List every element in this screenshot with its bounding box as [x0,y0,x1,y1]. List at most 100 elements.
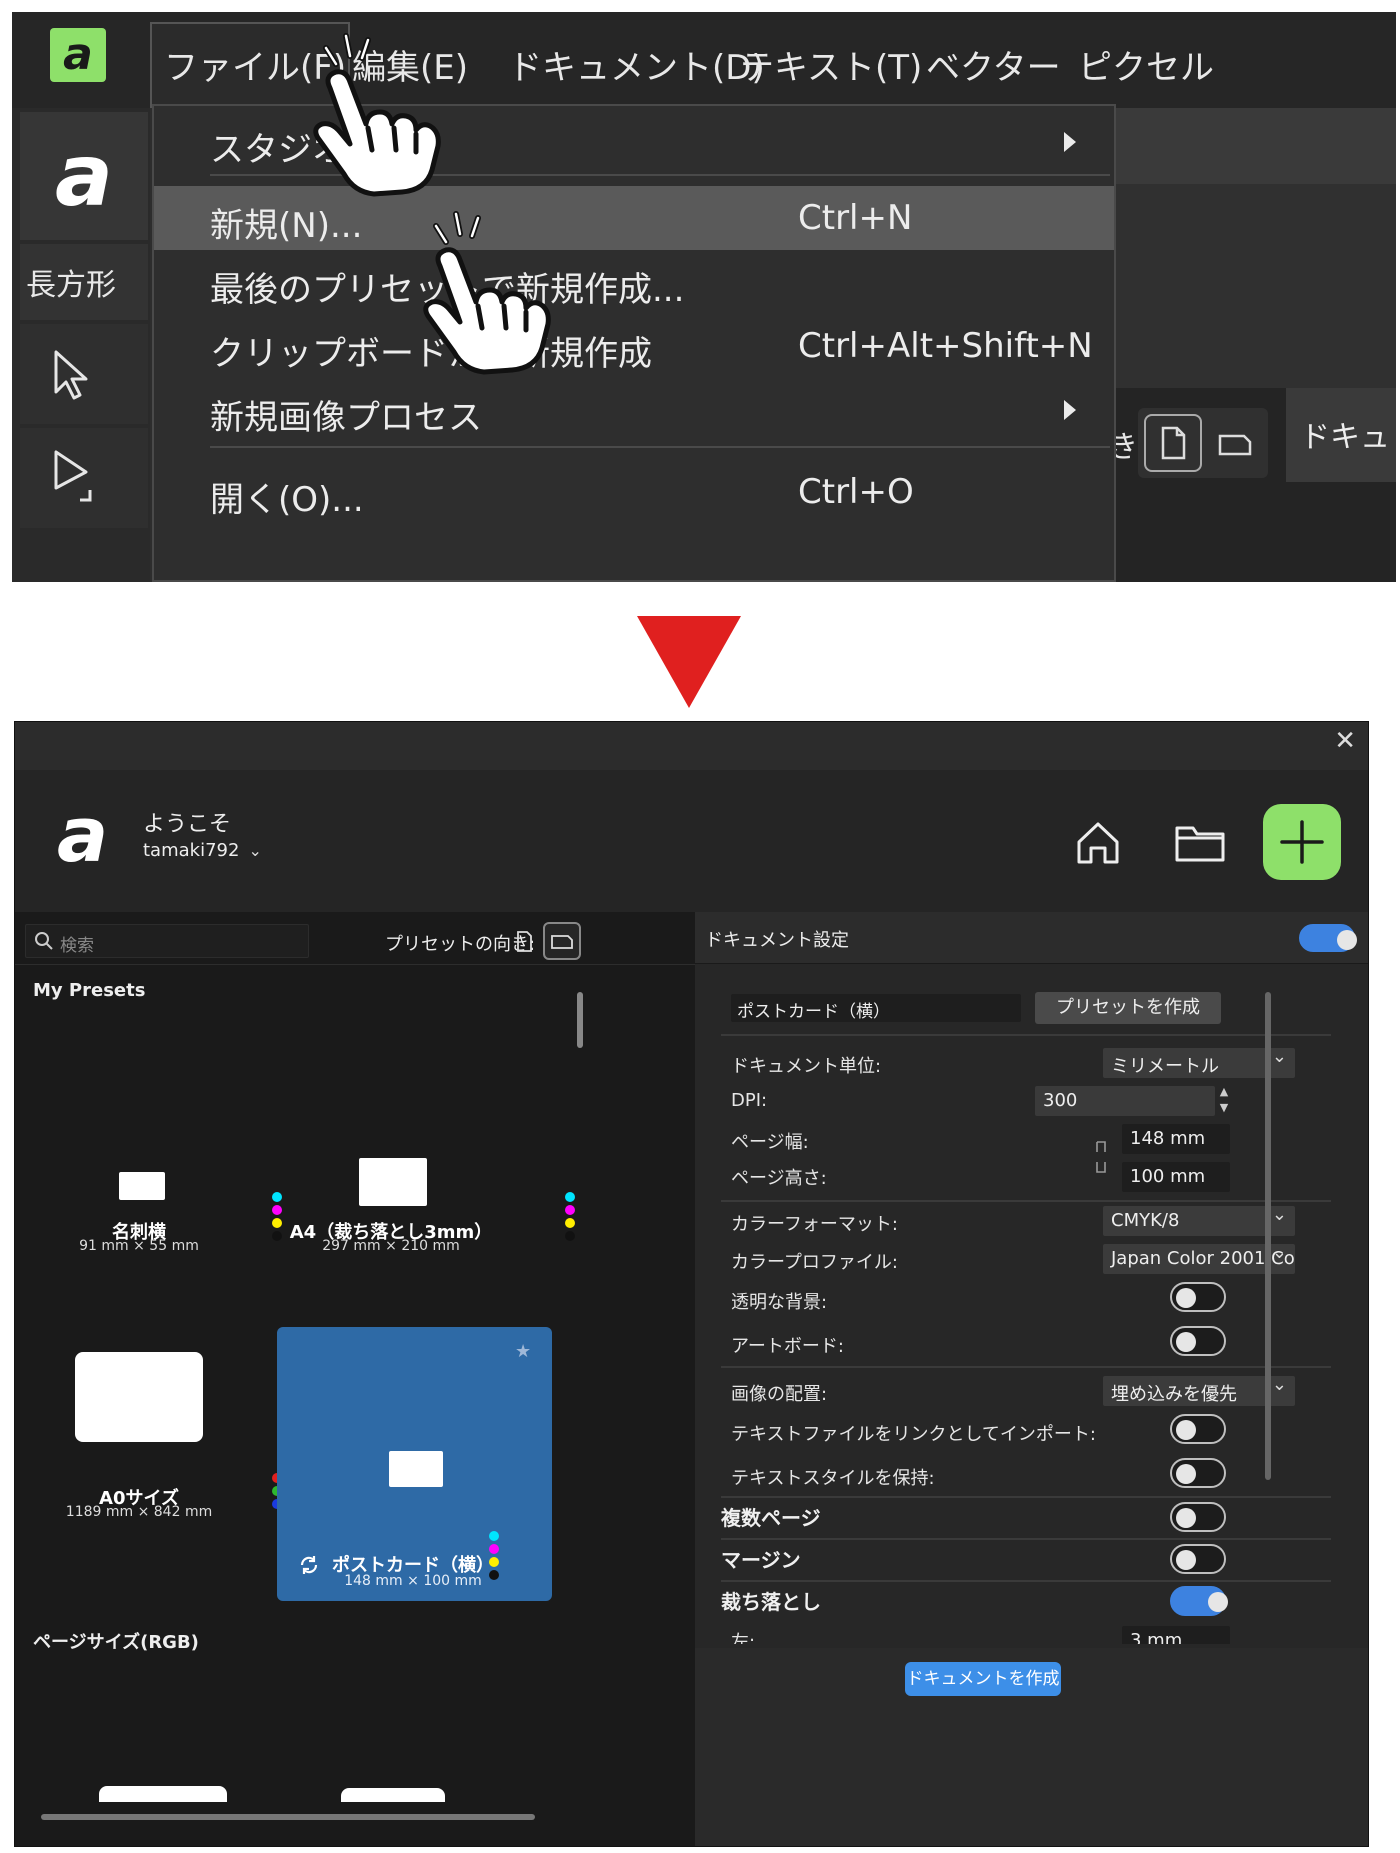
top-screenshot: a ファイル(F) 編集(E) ドキュメント(D) テキスト(T) ベクター ピ… [12,12,1396,582]
color-profile-label: カラープロファイル: [731,1252,898,1273]
dialog-header: a ようこそ tamaki792 ⌄ [15,770,1368,912]
create-preset-button[interactable]: プリセットを作成 [1035,992,1221,1024]
dpi-stepper[interactable]: ▲ ▼ [1217,1084,1231,1118]
preset-name-input[interactable]: ポストカード（横） [731,994,1021,1022]
color-format-label: カラーフォーマット: [731,1214,898,1235]
landscape-page-icon [1218,434,1252,456]
home-icon [1077,822,1119,864]
search-input[interactable]: 検索 [25,924,309,958]
unit-label: ドキュメント単位: [731,1056,882,1077]
menu-pixel[interactable]: ピクセル [1078,40,1214,89]
background-panel: き: ドキュ [1108,108,1396,582]
page-width-input[interactable]: 148 mm [1122,1124,1230,1154]
bleed-left-row-partial: 左: 3 mm [695,1622,1368,1644]
import-text-link-label: テキストファイルをリンクとしてインポート: [731,1424,1096,1445]
import-text-link-toggle[interactable] [1170,1414,1226,1444]
home-button[interactable] [1059,804,1137,880]
username: tamaki792 [143,840,240,861]
star-icon[interactable]: ★ [515,1341,531,1362]
menu-item-new-from-clipboard[interactable]: クリップボードから新規作成 Ctrl+Alt+Shift+N [154,314,1114,378]
dialog-titlebar: ✕ [15,722,1368,770]
menu-text[interactable]: テキスト(T) [740,40,922,89]
preset-scrollbar[interactable] [577,992,583,1048]
doc-settings-toggle[interactable] [1299,924,1357,952]
dpi-label: DPI: [731,1090,768,1111]
preset-meishi-yoko[interactable]: 名刺横 91 mm × 55 mm [59,1112,219,1254]
margins-heading: マージン [721,1548,801,1572]
move-tool[interactable] [20,324,148,424]
landscape-button[interactable] [1206,414,1264,472]
cmyk-dot [272,1205,282,1215]
cmyk-dot [489,1531,499,1541]
image-placement-label: 画像の配置: [731,1384,828,1405]
horizontal-scrollbar[interactable] [41,1814,535,1820]
portrait-page-icon [1161,426,1186,460]
link-chain-icon[interactable] [1093,1140,1109,1174]
menu-document[interactable]: ドキュメント(D) [508,40,765,89]
persona-logo-icon[interactable]: a [20,112,148,240]
pointing-hand-icon [313,33,441,197]
page-height-input[interactable]: 100 mm [1122,1162,1230,1192]
plus-icon [1280,820,1324,864]
page-sizes-heading: ページサイズ(RGB) [33,1632,199,1653]
user-switcher[interactable]: tamaki792 ⌄ [143,840,262,861]
menu-item-new-from-last-preset[interactable]: 最後のプリセットで新規作成... [154,250,1114,314]
bleed-toggle[interactable] [1170,1586,1228,1616]
file-dropdown-menu: スタジオ 新規(N)... Ctrl+N 最後のプリセットで新規作成... クリ… [152,104,1116,582]
welcome-text: ようこそ [143,812,232,837]
preset-browser: 検索 プリセットの向き: My Presets 名刺横 91 mm × 55 m… [15,912,695,1846]
pointing-hand-icon [423,211,551,375]
submenu-arrow-icon [1064,400,1076,420]
menu-item-new-image-process[interactable]: 新規画像プロセス [154,378,1114,442]
cmyk-dot [565,1205,575,1215]
transparent-bg-toggle[interactable] [1170,1282,1226,1312]
keep-text-style-toggle[interactable] [1170,1458,1226,1488]
menu-item-new[interactable]: 新規(N)... Ctrl+N [154,186,1114,250]
multi-page-heading: 複数ページ [721,1506,821,1530]
orientation-buttons [1138,408,1268,478]
menu-vector[interactable]: ベクター [926,40,1061,89]
bleed-heading: 裁ち落とし [721,1590,821,1614]
close-icon[interactable]: ✕ [1334,726,1356,756]
new-document-button[interactable] [1263,804,1341,880]
artboard-toggle[interactable] [1170,1326,1226,1356]
app-logo-icon[interactable]: a [50,28,106,82]
settings-title: ドキュメント設定 [705,930,849,951]
submenu-arrow-icon [1064,132,1076,152]
create-document-button[interactable]: ドキュメントを作成 [905,1662,1061,1696]
preset-a0[interactable]: A0サイズ 1189 mm × 842 mm [59,1352,219,1520]
node-tool[interactable] [20,428,148,528]
margins-toggle[interactable] [1170,1544,1226,1574]
page-width-label: ページ幅: [731,1132,809,1153]
pointer-arrow-icon [54,350,88,400]
app-logo-icon: a [57,790,109,879]
new-document-dialog: ✕ a ようこそ tamaki792 ⌄ 検索 プリセットの向き: My Pre… [14,721,1369,1847]
tool-rectangle-label: 長方形 [26,268,116,303]
portrait-button[interactable] [1144,414,1202,472]
dpi-input[interactable]: 300 [1035,1086,1215,1116]
open-folder-button[interactable] [1161,804,1239,880]
settings-scrollbar[interactable] [1265,992,1271,1480]
cmyk-dot [489,1544,499,1554]
preset-postcard-selected[interactable]: ★ ポストカード（横） 148 mm × 100 mm [277,1327,552,1601]
shortcut-new-from-clipboard: Ctrl+Alt+Shift+N [798,326,1093,366]
menu-item-studio[interactable]: スタジオ [154,110,1114,174]
shortcut-open: Ctrl+O [798,472,914,512]
preset-thumbnail [75,1352,203,1442]
bleed-left-input[interactable]: 3 mm [1122,1626,1230,1644]
bleed-left-label: 左: [731,1632,756,1644]
cmyk-dot [565,1218,575,1228]
tool-context-label: 長方形 [20,244,148,320]
cmyk-dot [565,1231,575,1241]
preset-a4-bleed[interactable]: A4（裁ち落とし3mm） 297 mm × 210 mm [290,1112,492,1254]
preset-portrait-button[interactable] [507,924,541,958]
artboard-label: アートボード: [731,1336,844,1357]
menu-item-open[interactable]: 開く(O)... Ctrl+O [154,460,1114,524]
search-icon [35,932,53,950]
preset-thumbnail [389,1451,443,1487]
preset-landscape-button[interactable] [543,922,581,960]
multi-page-toggle[interactable] [1170,1502,1226,1532]
sync-icon [300,1556,318,1574]
doc-panel-partial: ドキュ [1286,388,1396,482]
page-height-label: ページ高さ: [731,1168,827,1189]
